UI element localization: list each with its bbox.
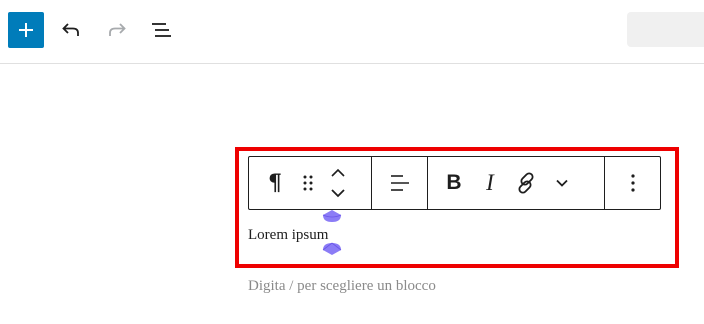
- undo-icon: [62, 23, 79, 36]
- block-inserter-button[interactable]: [8, 12, 44, 48]
- block-toolbar-group-align: [372, 157, 428, 209]
- more-vertical-icon: [630, 174, 635, 192]
- align-left-icon: [390, 175, 409, 191]
- plus-icon: [19, 23, 33, 37]
- editor-header: [0, 0, 704, 64]
- italic-button[interactable]: I: [472, 163, 508, 203]
- block-options-button[interactable]: [615, 163, 651, 203]
- selection-handle-bottom[interactable]: [322, 242, 342, 256]
- redo-button[interactable]: [99, 12, 135, 48]
- move-up-button[interactable]: [323, 163, 353, 183]
- align-button[interactable]: [382, 163, 418, 203]
- block-toolbar-group-format: B I: [428, 157, 605, 209]
- move-down-button[interactable]: [323, 183, 353, 203]
- selection-handle-top[interactable]: [322, 209, 342, 223]
- drag-handle-button[interactable]: [293, 163, 323, 203]
- drag-handle-icon: [303, 175, 313, 191]
- block-toolbar-group-block: ¶: [249, 157, 372, 209]
- paragraph-icon: ¶: [268, 170, 282, 196]
- list-view-button[interactable]: [143, 12, 179, 48]
- undo-button[interactable]: [53, 12, 89, 48]
- block-toolbar: ¶ B I: [248, 156, 661, 210]
- block-mover: [323, 161, 353, 205]
- more-formats-button[interactable]: [544, 163, 580, 203]
- link-icon: [518, 172, 534, 194]
- block-type-button[interactable]: ¶: [257, 163, 293, 203]
- list-view-icon: [152, 23, 171, 37]
- empty-block-placeholder[interactable]: Digita / per scegliere un blocco: [248, 277, 436, 295]
- chevron-down-icon: [556, 179, 568, 187]
- paragraph-block[interactable]: Lorem ipsum: [248, 226, 328, 244]
- chevron-up-icon: [331, 168, 345, 177]
- document-bar[interactable]: [627, 12, 704, 47]
- block-toolbar-group-options: [605, 157, 660, 209]
- chevron-down-icon: [331, 189, 345, 198]
- bold-button[interactable]: B: [436, 163, 472, 203]
- redo-icon: [109, 23, 126, 36]
- link-button[interactable]: [508, 163, 544, 203]
